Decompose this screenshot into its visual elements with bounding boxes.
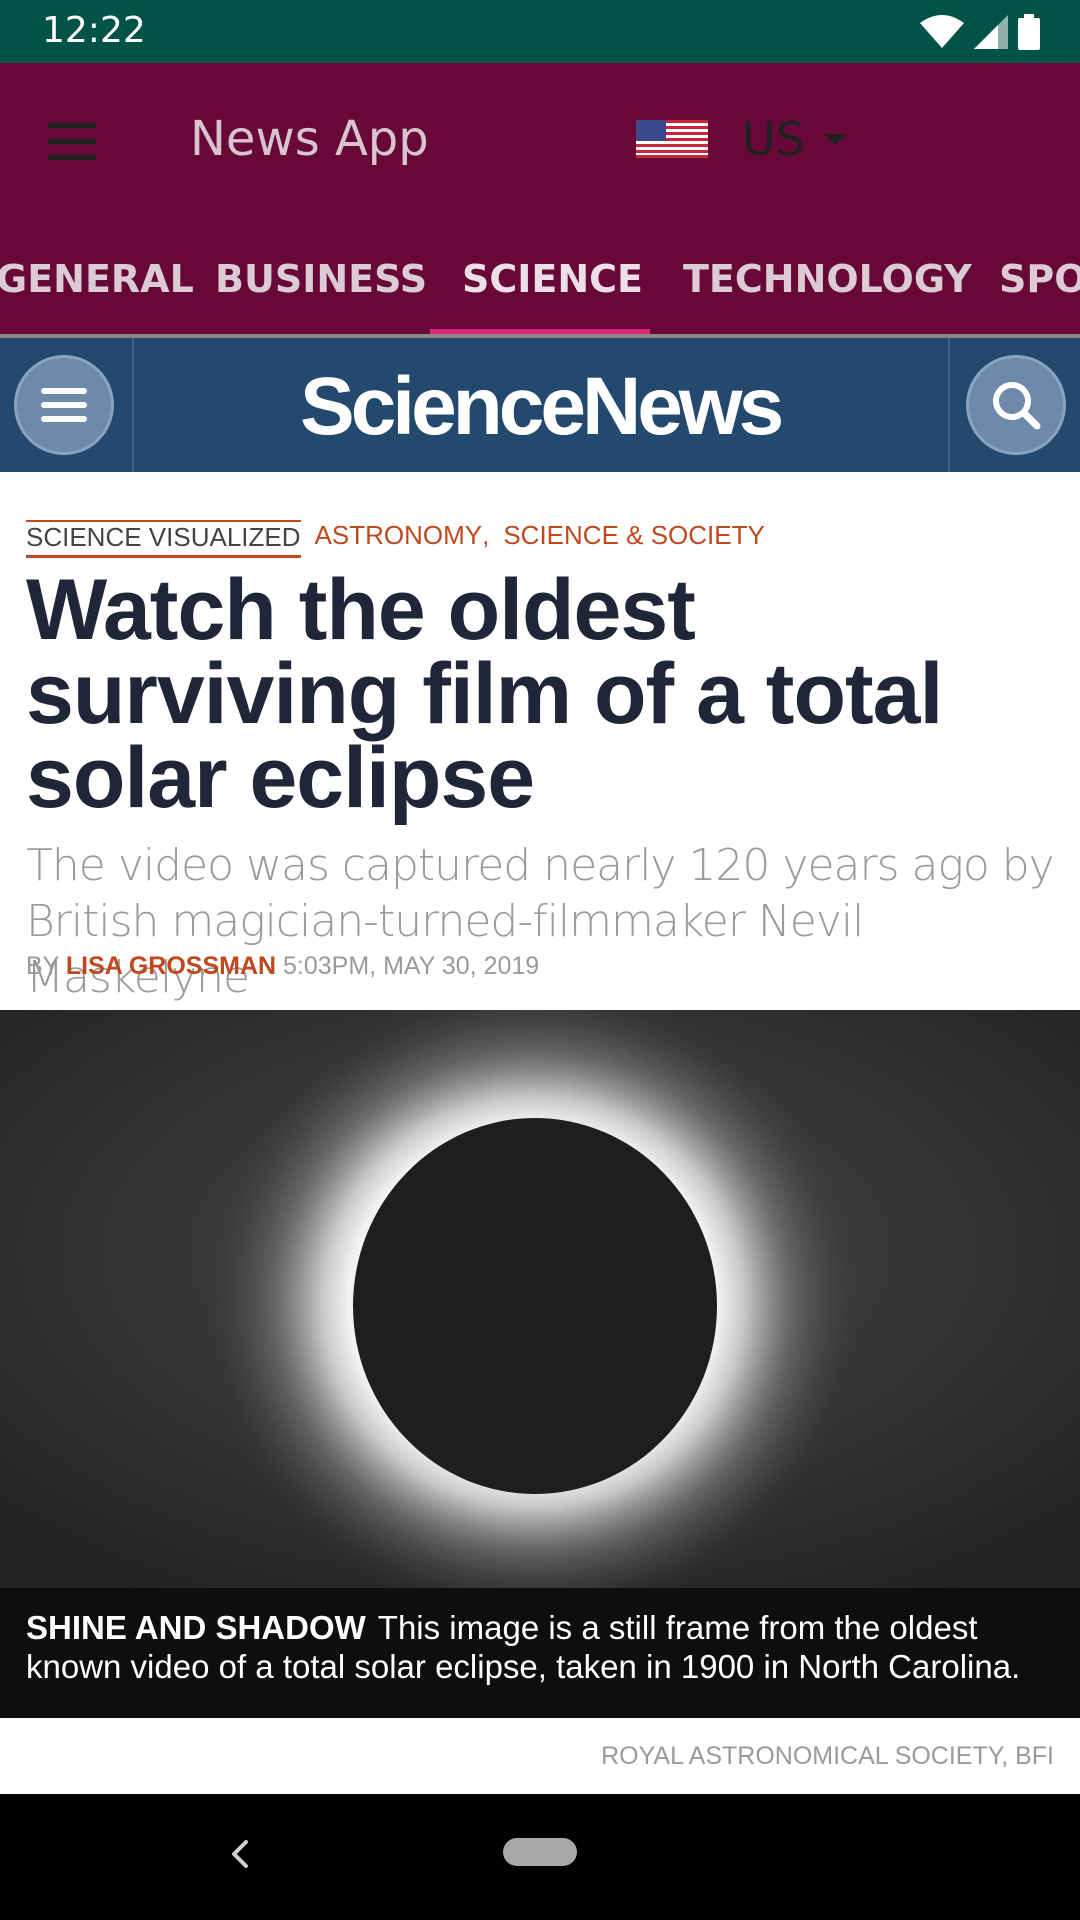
dropdown-caret-icon <box>822 133 847 145</box>
us-flag-icon <box>636 120 708 158</box>
webview[interactable]: ScienceNews SCIENCE VISUALIZED ASTRONOMY… <box>0 338 1080 1794</box>
tab-general[interactable]: GENERAL <box>0 223 194 335</box>
eclipse-image <box>0 1010 1080 1588</box>
author-link[interactable]: LISA GROSSMAN <box>66 952 276 980</box>
article-categories: SCIENCE VISUALIZED ASTRONOMY , SCIENCE &… <box>26 520 765 560</box>
article-headline: Watch the oldest surviving film of a tot… <box>26 562 943 826</box>
country-label: US <box>742 112 805 166</box>
category-link[interactable]: SCIENCE & SOCIETY <box>503 520 765 551</box>
hamburger-icon <box>41 388 87 394</box>
hamburger-icon-line <box>41 416 87 422</box>
hamburger-icon-line <box>48 138 96 144</box>
hero-image[interactable] <box>0 1010 1080 1588</box>
image-credit: ROYAL ASTRONOMICAL SOCIETY, BFI <box>601 1742 1054 1770</box>
home-pill-icon[interactable] <box>503 1838 577 1866</box>
article-byline: BY LISA GROSSMAN 5:03PM, MAY 30, 2019 <box>26 952 539 981</box>
app-bar: News App US GENERAL BUSINESS SCIENCE TEC… <box>0 63 1080 337</box>
status-bar: 12:22 <box>0 0 1080 63</box>
caption-title: SHINE AND SHADOW <box>26 1609 366 1646</box>
tab-business[interactable]: BUSINESS <box>215 223 427 335</box>
site-logo[interactable]: ScienceNews <box>300 360 784 454</box>
system-nav-bar <box>0 1794 1080 1920</box>
category-link[interactable]: ASTRONOMY <box>315 520 483 551</box>
battery-icon <box>1018 14 1040 50</box>
image-caption: SHINE AND SHADOW This image is a still fr… <box>0 1588 1080 1718</box>
category-separator: , <box>482 520 490 550</box>
back-icon[interactable] <box>210 1824 270 1884</box>
status-time: 12:22 <box>42 10 146 51</box>
site-header: ScienceNews <box>0 338 1080 472</box>
app-title: News App <box>190 111 429 167</box>
category-primary-link[interactable]: SCIENCE VISUALIZED <box>26 520 301 558</box>
site-menu-button[interactable] <box>14 355 114 455</box>
header-divider <box>948 338 950 472</box>
drawer-menu-button[interactable] <box>36 111 108 171</box>
search-icon <box>993 382 1041 430</box>
article-timestamp: 5:03PM, MAY 30, 2019 <box>283 952 540 980</box>
signal-icon <box>974 15 1008 49</box>
country-selector[interactable]: US <box>636 103 847 175</box>
hamburger-icon <box>48 122 96 128</box>
status-icons <box>920 14 1040 50</box>
tab-science[interactable]: SCIENCE <box>462 223 643 335</box>
byline-prefix: BY <box>26 952 59 980</box>
tab-sports[interactable]: SPORTS <box>999 223 1080 335</box>
site-search-button[interactable] <box>966 355 1066 455</box>
hamburger-icon-line <box>48 154 96 160</box>
tab-technology[interactable]: TECHNOLOGY <box>683 223 972 335</box>
wifi-icon <box>920 15 964 48</box>
header-divider <box>132 338 134 472</box>
category-tabs: GENERAL BUSINESS SCIENCE TECHNOLOGY SPOR… <box>0 223 1080 335</box>
hamburger-icon-line <box>41 402 87 408</box>
